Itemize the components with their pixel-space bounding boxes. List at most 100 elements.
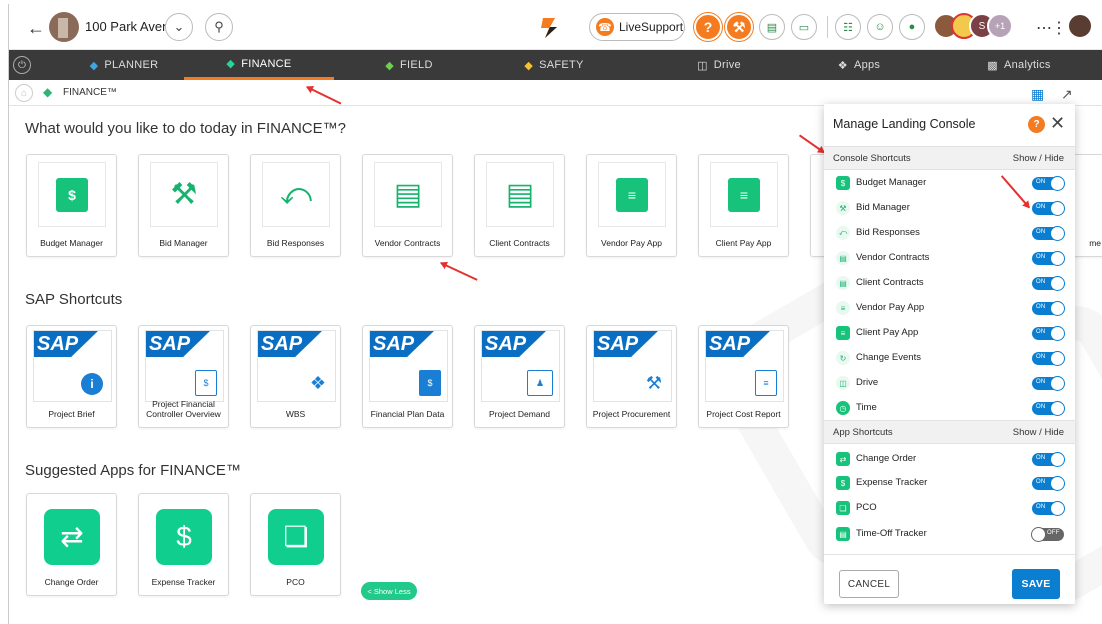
page-question: What would you like to do today in FINAN…	[25, 120, 346, 137]
pco-icon: ❏	[268, 508, 324, 565]
toggle-pco[interactable]: ON	[1032, 501, 1065, 516]
screen-share-button[interactable]: ▭	[791, 14, 817, 40]
toggle-budget-manager[interactable]: ON	[1032, 176, 1065, 191]
info-icon: i	[81, 373, 103, 395]
shuffle-icon: ⇄	[836, 452, 850, 466]
sap-project-cost-report[interactable]: SAP ≡ Project Cost Report	[698, 325, 789, 428]
shortcut-client-pay-app[interactable]: ≡ Client Pay App	[698, 154, 789, 257]
toggle-vendor-pay-app[interactable]: ON	[1032, 301, 1065, 316]
diamond-icon: ◆	[385, 59, 395, 72]
expense-icon: $	[836, 476, 850, 490]
back-arrow-icon[interactable]: ←	[27, 18, 45, 39]
breadcrumb: ⌂ ◆ FINANCE™ ▦ ↗	[9, 80, 1102, 106]
shortcut-client-contracts[interactable]: ▤ Client Contracts	[474, 154, 565, 257]
annotation-arrow	[798, 134, 825, 154]
console-row-change-events: ↻ Change Events ON	[824, 346, 1075, 371]
user-avatar[interactable]	[1067, 13, 1093, 39]
shortcut-vendor-contracts[interactable]: ▤ Vendor Contracts	[362, 154, 453, 257]
cancel-button[interactable]: CANCEL	[839, 570, 899, 598]
app-expense-tracker[interactable]: $ Expense Tracker	[138, 493, 229, 596]
home-icon[interactable]: ⌂	[15, 84, 33, 102]
search-icon: ⚲	[214, 19, 224, 34]
toggle-time[interactable]: ON	[1032, 401, 1065, 416]
screen-icon: ▭	[798, 21, 810, 34]
nav-item-finance[interactable]: ◆ FINANCE	[184, 50, 334, 80]
app-pco[interactable]: ❏ PCO	[250, 493, 341, 596]
console-row-vendor-pay-app: ≡ Vendor Pay App ON	[824, 296, 1075, 321]
contract-icon: ▤	[393, 178, 423, 211]
shortcut-vendor-pay-app[interactable]: ≡ Vendor Pay App	[586, 154, 677, 257]
time-off-icon: ▤	[836, 527, 850, 541]
divider	[827, 16, 828, 38]
toggle-change-events[interactable]: ON	[1032, 351, 1065, 366]
livesupport-button[interactable]: ☎ LiveSupport	[589, 13, 685, 41]
app-grid-icon[interactable]: ⋯⋮	[1036, 18, 1067, 38]
avatar-more[interactable]: +1	[987, 13, 1013, 39]
save-button[interactable]: SAVE	[1012, 569, 1060, 599]
chat-button[interactable]: ☺	[867, 14, 893, 40]
shortcut-budget-manager[interactable]: $ Budget Manager	[26, 154, 117, 257]
gavel-icon: ⚒	[836, 201, 850, 215]
finance-diamond-icon: ◆	[43, 85, 53, 99]
sap-logo: SAP	[706, 331, 770, 357]
toggle-bid-responses[interactable]: ON	[1032, 226, 1065, 241]
nav-item-apps[interactable]: ❖ Apps	[809, 50, 909, 80]
toggle-change-order[interactable]: ON	[1032, 452, 1065, 467]
close-icon[interactable]: ✕	[1050, 113, 1065, 134]
shortcut-bid-manager[interactable]: ⚒ Bid Manager	[138, 154, 229, 257]
client-pay-icon: ≡	[836, 326, 850, 340]
divider	[824, 554, 1075, 555]
sap-project-brief[interactable]: SAP i Project Brief	[26, 325, 117, 428]
layout-grid-icon[interactable]: ▦	[1031, 86, 1044, 103]
nav-item-field[interactable]: ◆ FIELD	[354, 50, 464, 80]
toggle-expense-tracker[interactable]: ON	[1032, 476, 1065, 491]
chevron-down-icon: ⌄	[173, 19, 185, 34]
sap-project-procurement[interactable]: SAP ⚒ Project Procurement	[586, 325, 677, 428]
search-button[interactable]: ⚲	[205, 13, 233, 41]
breadcrumb-label[interactable]: FINANCE™	[63, 87, 117, 98]
help-button[interactable]: ?	[694, 13, 722, 41]
app-shortcuts-header: App Shortcuts Show / Hide	[824, 420, 1075, 444]
hierarchy-icon: ❖	[309, 372, 327, 393]
sap-logo: SAP	[34, 331, 98, 357]
toggle-vendor-contracts[interactable]: ON	[1032, 251, 1065, 266]
show-less-button[interactable]: < Show Less	[361, 582, 417, 600]
power-icon[interactable]: ⏻	[13, 56, 31, 74]
change-events-icon: ↻	[836, 351, 850, 365]
annotation-arrow	[440, 262, 478, 281]
tools-button[interactable]: ⚒	[725, 13, 753, 41]
sap-financial-plan-data[interactable]: SAP $ Financial Plan Data	[362, 325, 453, 428]
app-row-change-order: ⇄ Change Order ON	[824, 447, 1075, 472]
toggle-client-pay-app[interactable]: ON	[1032, 326, 1065, 341]
notes-button[interactable]: ☷	[835, 14, 861, 40]
checklist-button[interactable]: ▤	[759, 14, 785, 40]
console-shortcuts-header: Console Shortcuts Show / Hide	[824, 146, 1075, 170]
app-change-order[interactable]: ⇄ Change Order	[26, 493, 117, 596]
nav-item-drive[interactable]: ◫ Drive	[669, 50, 769, 80]
sap-project-financial-controller[interactable]: SAP $ Project Financial Controller Overvi…	[138, 325, 229, 428]
contract-icon: ▤	[836, 251, 850, 265]
invoice-icon: $	[419, 370, 441, 396]
toggle-bid-manager[interactable]: ON	[1032, 201, 1065, 216]
sap-logo: SAP	[146, 331, 210, 357]
diamond-icon: ◆	[524, 59, 534, 72]
clock-icon: ◷	[836, 401, 850, 415]
help-icon[interactable]: ?	[1028, 116, 1045, 133]
vendor-pay-icon: ≡	[616, 177, 648, 212]
sap-wbs[interactable]: SAP ❖ WBS	[250, 325, 341, 428]
toggle-drive[interactable]: ON	[1032, 376, 1065, 391]
nav-item-analytics[interactable]: ▩ Analytics	[964, 50, 1074, 80]
sap-project-demand[interactable]: SAP ♟ Project Demand	[474, 325, 565, 428]
project-avatar[interactable]	[49, 12, 79, 42]
headset-icon: ☎	[596, 18, 614, 36]
console-row-time: ◷ Time ON	[824, 396, 1075, 421]
external-link-icon[interactable]: ↗	[1061, 86, 1073, 103]
toggle-client-contracts[interactable]: ON	[1032, 276, 1065, 291]
nav-item-safety[interactable]: ◆ SAFETY	[499, 50, 609, 80]
nav-item-planner[interactable]: ◆ PLANNER	[69, 50, 179, 80]
shortcut-bid-responses[interactable]: ⤺ Bid Responses	[250, 154, 341, 257]
project-dropdown-button[interactable]: ⌄	[165, 13, 193, 41]
toggle-time-off-tracker[interactable]: OFF	[1031, 527, 1064, 542]
reply-gavel-icon: ⤺	[836, 226, 850, 240]
team-button[interactable]: ●	[899, 14, 925, 40]
